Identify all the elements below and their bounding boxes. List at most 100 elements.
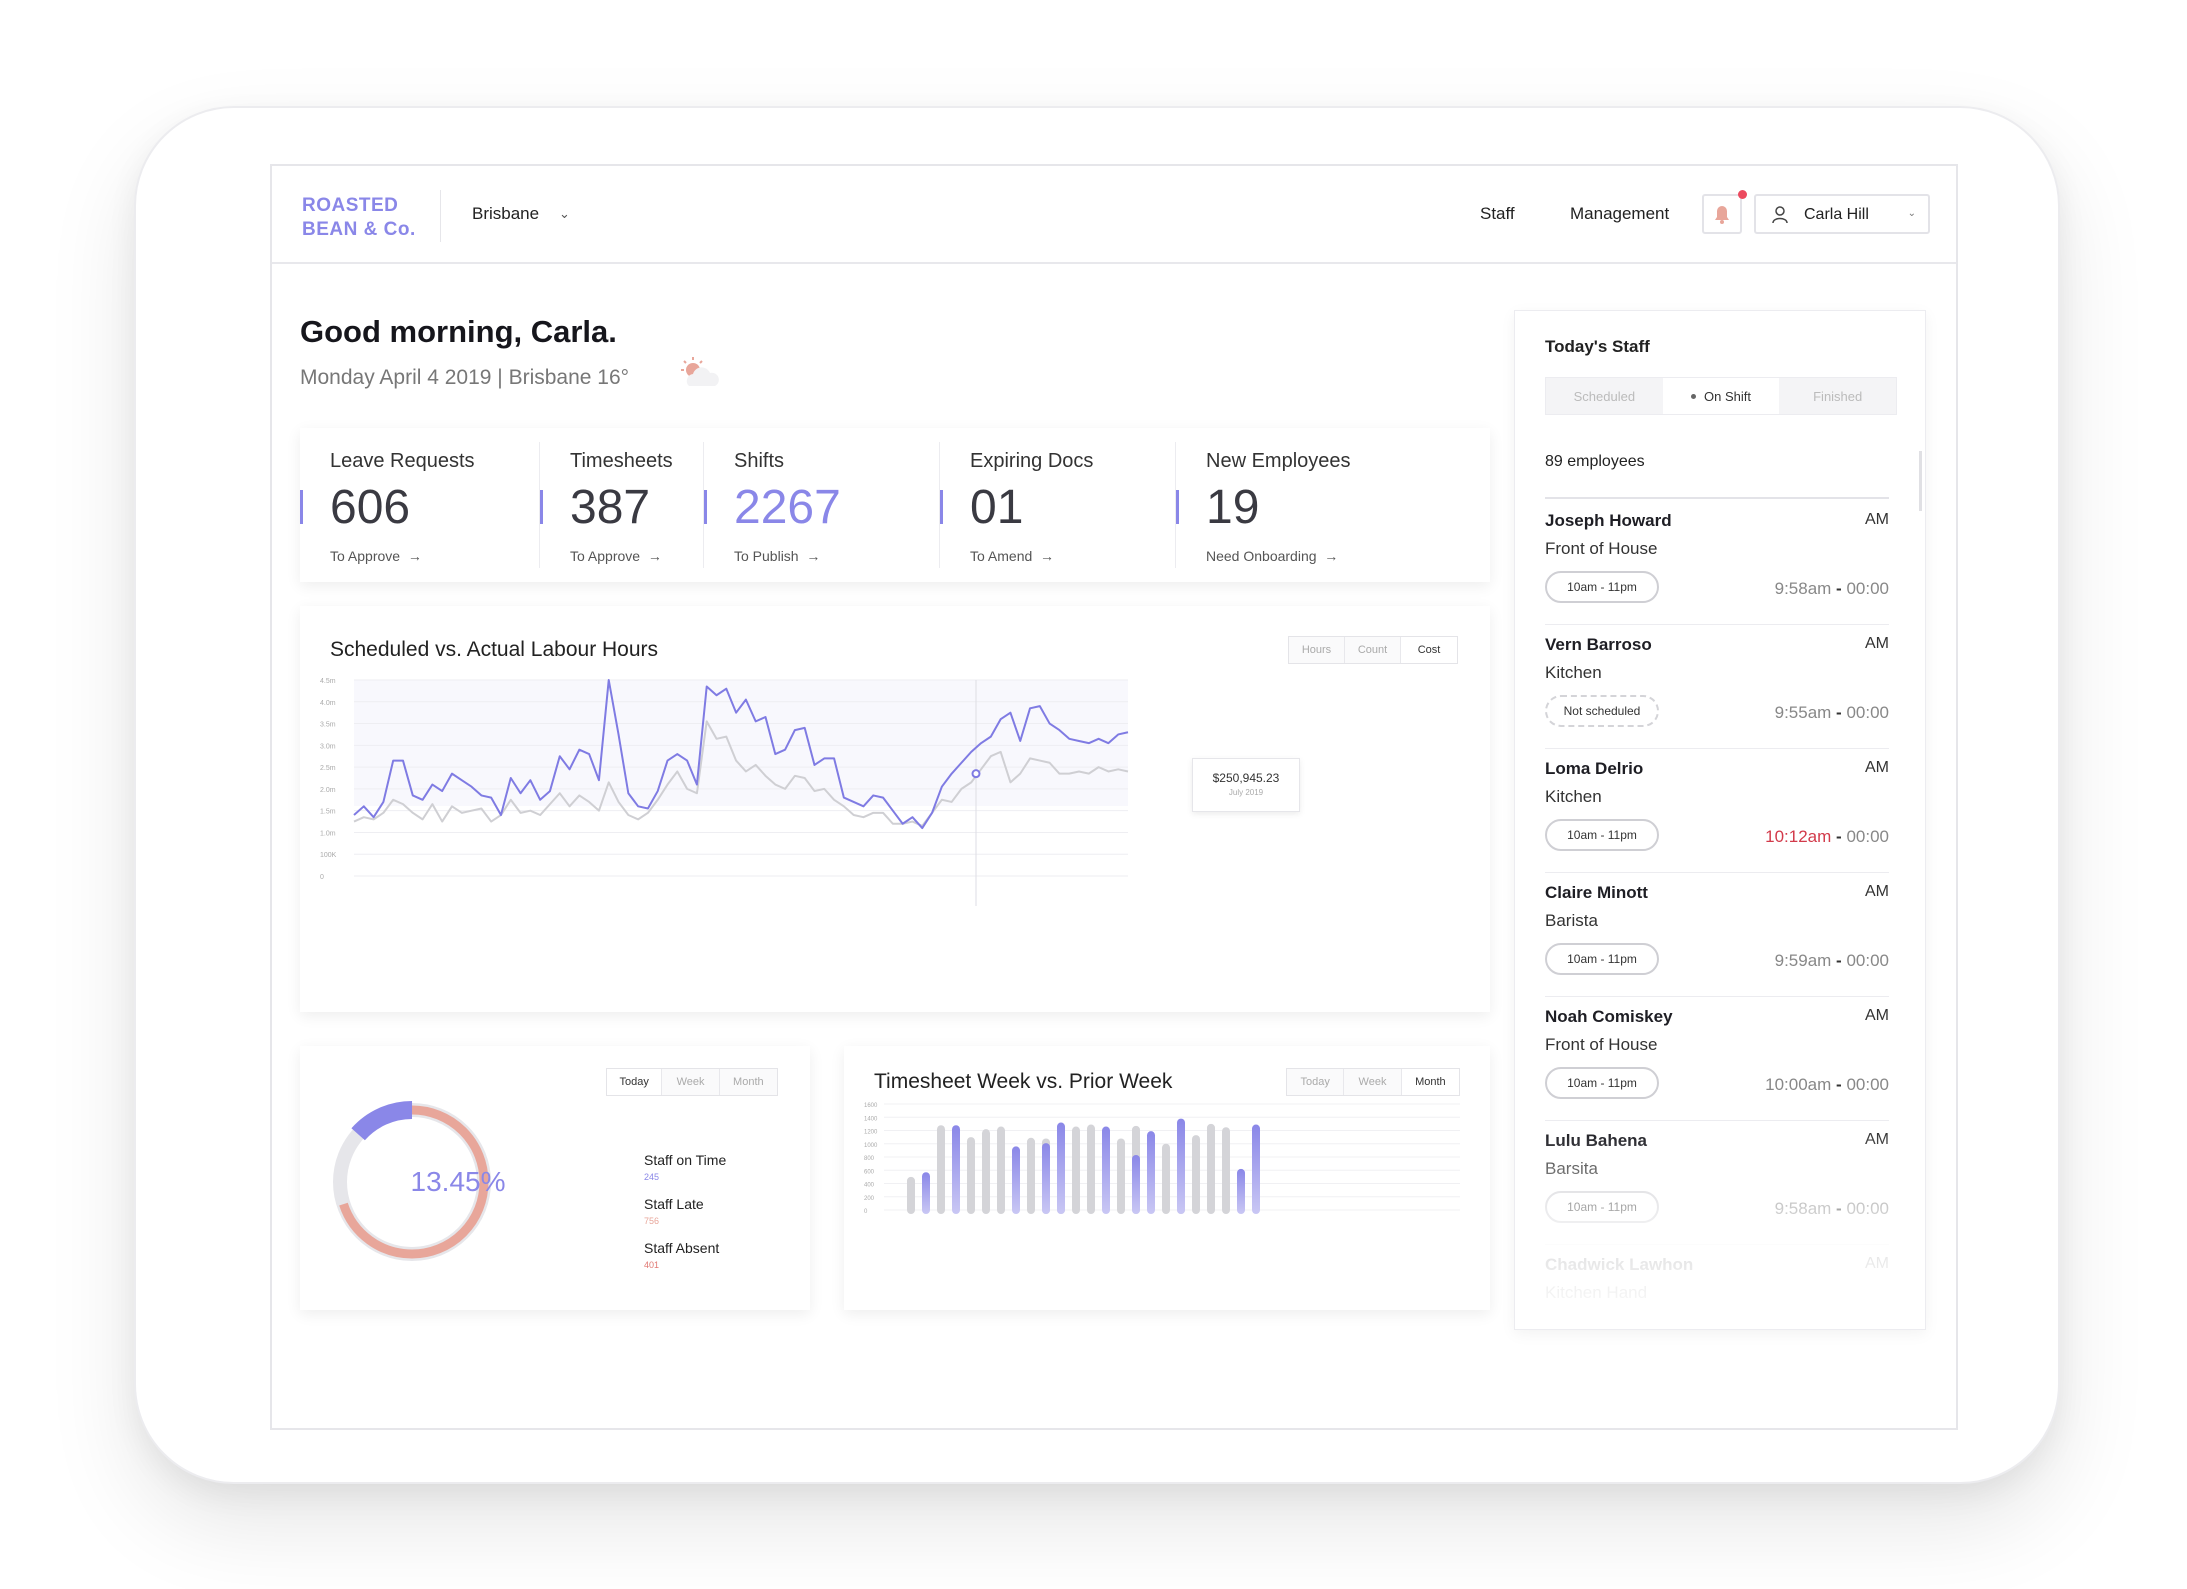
bar-prior-week xyxy=(907,1176,915,1214)
y-tick-label: 800 xyxy=(864,1156,875,1162)
user-name: Carla Hill xyxy=(1804,206,1869,223)
tab-on-shift-label: On Shift xyxy=(1704,388,1751,404)
stat-marker xyxy=(540,490,543,524)
y-tick-label: 1000 xyxy=(864,1143,878,1149)
clock-in-late: 10:12am xyxy=(1765,827,1832,846)
tab-scheduled[interactable]: Scheduled xyxy=(1546,378,1663,414)
stat-timesheets[interactable]: Timesheets 387 To Approve → xyxy=(540,428,704,582)
bar-prior-week xyxy=(1162,1143,1170,1214)
timesheet-card: Timesheet Week vs. Prior Week Today Week… xyxy=(844,1046,1490,1310)
stat-leave-requests[interactable]: Leave Requests 606 To Approve → xyxy=(300,428,540,582)
staff-row[interactable]: Joseph Howard AM Front of House 10am - 1… xyxy=(1545,501,1889,625)
bar-prior-week xyxy=(1192,1135,1200,1214)
staff-status-tabs: Scheduled On Shift Finished xyxy=(1545,377,1897,415)
legend-staff-absent: Staff Absent xyxy=(644,1240,720,1256)
stat-action[interactable]: To Approve → xyxy=(570,548,662,564)
attendance-tabs: Today Week Month xyxy=(606,1068,778,1096)
stat-label: Shifts xyxy=(734,450,785,472)
staff-role: Front of House xyxy=(1545,1035,1658,1054)
staff-role: Kitchen xyxy=(1545,787,1602,806)
labour-line-chart[interactable]: 0 100K 1.0m 1.5m 2.0m 2.5m 3.0m 3.5m 4.0m 4.5m xyxy=(300,606,1490,1012)
y-tick-label: 200 xyxy=(864,1196,875,1202)
tab-week[interactable]: Week xyxy=(662,1069,720,1095)
y-tick-label: 100K xyxy=(320,852,337,859)
clock-out: 00:00 xyxy=(1846,1075,1889,1094)
shift-pill[interactable]: 10am - 11pm xyxy=(1545,819,1659,851)
bar-prior-week xyxy=(982,1129,990,1214)
stat-action[interactable]: To Amend → xyxy=(970,548,1054,564)
tooltip-value: $250,945.23 xyxy=(1212,771,1280,785)
staff-period: AM xyxy=(1865,1131,1889,1148)
stat-action-label: To Publish xyxy=(734,548,799,564)
partly-sunny-icon xyxy=(681,357,719,386)
shift-pill[interactable]: 10am - 11pm xyxy=(1545,943,1659,975)
todays-staff-panel: Today's Staff Scheduled On Shift Finishe… xyxy=(1514,310,1926,1330)
nav-staff[interactable]: Staff xyxy=(1480,204,1515,224)
staff-row[interactable]: Vern Barroso AM Kitchen Not scheduled 9:… xyxy=(1545,625,1889,749)
stat-action[interactable]: To Publish → xyxy=(734,548,820,564)
y-tick-label: 3.0m xyxy=(320,743,336,750)
bar-this-week xyxy=(1132,1155,1140,1214)
bar-prior-week xyxy=(967,1137,975,1214)
staff-name: Noah Comiskey xyxy=(1545,1007,1673,1026)
bar-prior-week xyxy=(1027,1137,1035,1214)
active-dot-icon xyxy=(1691,393,1697,399)
bar-prior-week xyxy=(1087,1124,1095,1214)
stats-strip: Leave Requests 606 To Approve → Timeshee… xyxy=(300,428,1490,582)
staff-row[interactable]: Chadwick Lawhon AM Kitchen Hand xyxy=(1545,1245,1889,1329)
clock-out: 00:00 xyxy=(1846,827,1889,846)
timesheet-bar-chart[interactable]: 0 200 400 600 800 1000 1200 1400 1600 xyxy=(844,1046,1490,1310)
shift-pill[interactable]: 10am - 11pm xyxy=(1545,1191,1659,1223)
legend-staff-absent-value: 401 xyxy=(644,1260,660,1270)
clock-out: 00:00 xyxy=(1846,1199,1889,1218)
staff-row[interactable]: Loma Delrio AM Kitchen 10am - 11pm 10:12… xyxy=(1545,749,1889,873)
staff-scrollbar[interactable] xyxy=(1919,451,1922,511)
stat-value: 606 xyxy=(330,481,411,534)
bar-this-week xyxy=(952,1125,960,1214)
chevron-down-icon[interactable]: ⌄ xyxy=(559,206,570,222)
user-icon xyxy=(1772,206,1788,224)
notification-badge xyxy=(1738,190,1747,199)
staff-role: Front of House xyxy=(1545,539,1658,558)
shift-pill[interactable]: 10am - 11pm xyxy=(1545,1067,1659,1099)
user-menu-button[interactable]: Carla Hill ⌄ xyxy=(1754,194,1930,234)
chart-tooltip: $250,945.23 July 2019 xyxy=(1192,758,1300,812)
staff-name: Claire Minott xyxy=(1545,883,1648,902)
bar-prior-week xyxy=(1117,1138,1125,1214)
stat-action[interactable]: To Approve → xyxy=(330,548,422,564)
stat-label: Expiring Docs xyxy=(970,450,1094,472)
stat-label: Leave Requests xyxy=(330,450,475,472)
brand-logo[interactable]: ROASTED BEAN & Co. xyxy=(302,194,416,242)
shift-pill[interactable]: Not scheduled xyxy=(1545,695,1659,727)
tab-on-shift[interactable]: On Shift xyxy=(1662,378,1780,414)
arrow-right-icon: → xyxy=(1036,548,1055,564)
bar-this-week xyxy=(1147,1131,1155,1214)
y-tick-label: 1400 xyxy=(864,1116,878,1122)
tab-finished[interactable]: Finished xyxy=(1779,378,1896,414)
notification-button[interactable] xyxy=(1702,194,1742,234)
staff-row[interactable]: Lulu Bahena AM Barsita 10am - 11pm 9:58a… xyxy=(1545,1121,1889,1245)
stat-shifts[interactable]: Shifts 2267 To Publish → xyxy=(704,428,940,582)
stat-new-employees[interactable]: New Employees 19 Need Onboarding → xyxy=(1176,428,1490,582)
stat-marker xyxy=(1176,490,1179,524)
stat-expiring-docs[interactable]: Expiring Docs 01 To Amend → xyxy=(940,428,1176,582)
clock-times: 9:58am - 00:00 xyxy=(1774,579,1889,598)
y-tick-label: 1.0m xyxy=(320,830,336,837)
bar-prior-week xyxy=(937,1125,945,1214)
tab-today[interactable]: Today xyxy=(607,1069,663,1095)
nav-management[interactable]: Management xyxy=(1570,204,1669,224)
stat-action[interactable]: Need Onboarding → xyxy=(1206,548,1338,564)
city-selector[interactable]: Brisbane xyxy=(472,204,539,224)
tab-month[interactable]: Month xyxy=(720,1069,777,1095)
y-tick-label: 600 xyxy=(864,1169,875,1175)
clock-out: 00:00 xyxy=(1846,951,1889,970)
staff-row[interactable]: Noah Comiskey AM Front of House 10am - 1… xyxy=(1545,997,1889,1121)
top-bar: ROASTED BEAN & Co. Brisbane ⌄ Staff Mana… xyxy=(272,166,1956,264)
y-tick-label: 1.5m xyxy=(320,809,336,816)
bar-this-week xyxy=(922,1172,930,1214)
staff-period: AM xyxy=(1865,759,1889,776)
staff-row[interactable]: Claire Minott AM Barista 10am - 11pm 9:5… xyxy=(1545,873,1889,997)
y-tick-label: 2.0m xyxy=(320,787,336,794)
shift-pill[interactable]: 10am - 11pm xyxy=(1545,571,1659,603)
stat-value: 387 xyxy=(570,481,651,534)
